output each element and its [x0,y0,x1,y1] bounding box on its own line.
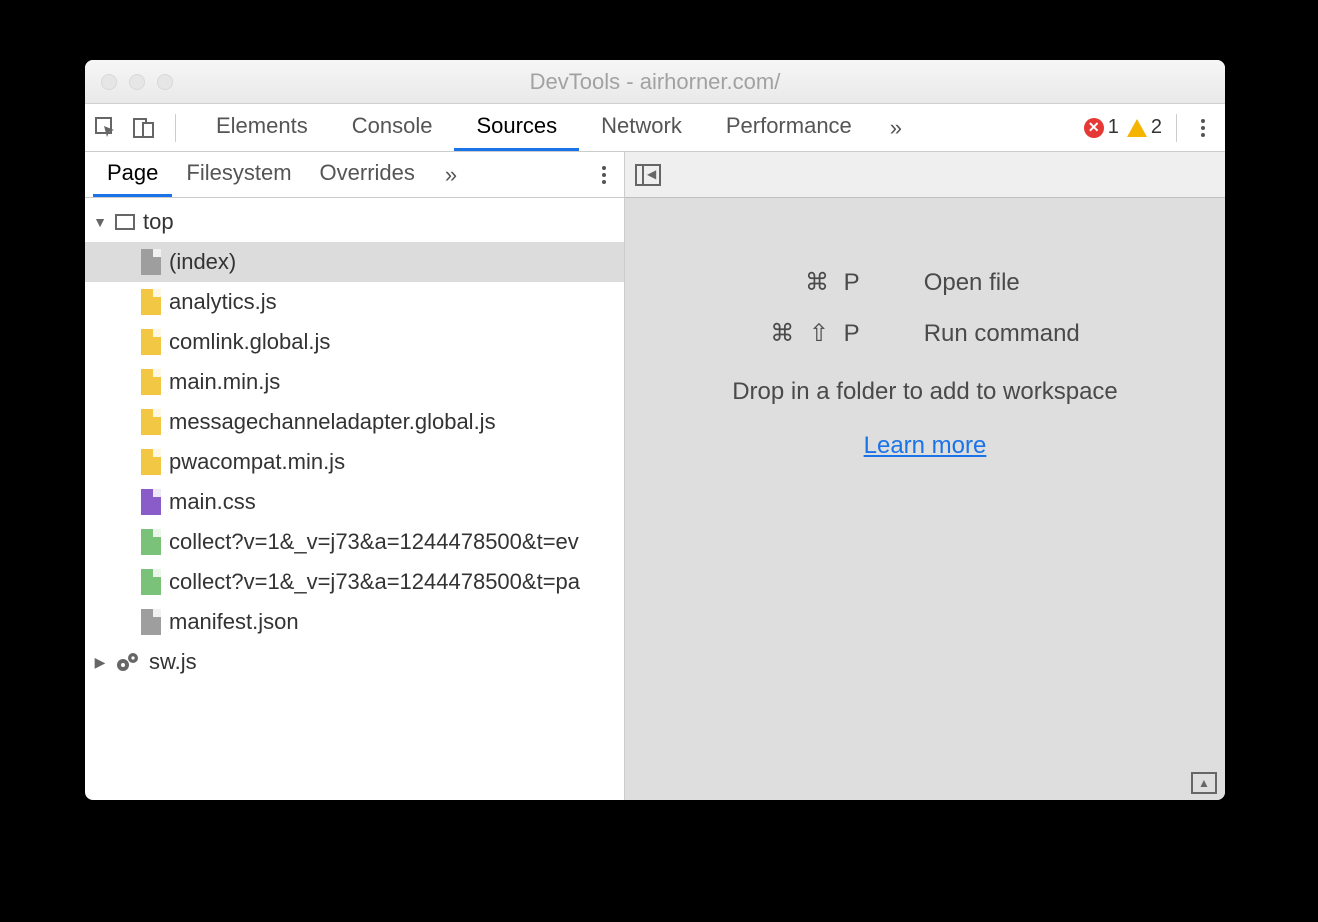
tree-label: collect?v=1&_v=j73&a=1244478500&t=ev [169,529,579,555]
tree-file[interactable]: analytics.js [85,282,624,322]
more-sub-tabs-icon[interactable]: » [429,162,473,188]
file-icon [141,289,161,315]
navigator-pane: Page Filesystem Overrides » ▼ top ( [85,152,625,800]
open-file-shortcut: ⌘ P [770,268,863,297]
tree-file[interactable]: (index) [85,242,624,282]
window-title: DevTools - airhorner.com/ [85,69,1225,95]
tree-label: comlink.global.js [169,329,330,355]
workspace-drop-hint: Drop in a folder to add to workspace [732,378,1118,406]
tree-file[interactable]: pwacompat.min.js [85,442,624,482]
devtools-window: DevTools - airhorner.com/ Elements Conso… [85,60,1225,800]
file-tree: ▼ top (index) analytics.js comlink.globa… [85,198,624,800]
toolbar-divider [1176,114,1177,142]
inspect-element-icon[interactable] [93,115,119,141]
tree-file[interactable]: manifest.json [85,602,624,642]
tree-label: top [143,209,174,235]
tree-file[interactable]: main.css [85,482,624,522]
toggle-navigator-icon[interactable] [635,164,661,186]
tree-file[interactable]: collect?v=1&_v=j73&a=1244478500&t=ev [85,522,624,562]
file-icon [141,609,161,635]
minimize-window-button[interactable] [129,74,145,90]
tree-label: pwacompat.min.js [169,449,345,475]
frame-icon [115,214,135,230]
warning-icon [1127,119,1147,137]
editor-pane: ⌘ P Open file ⌘ ⇧ P Run command Drop in … [625,152,1225,800]
tab-elements[interactable]: Elements [194,104,330,151]
navigator-menu-icon[interactable] [592,166,616,184]
tree-label: (index) [169,249,236,275]
tree-file[interactable]: main.min.js [85,362,624,402]
error-count-badge[interactable]: ✕ 1 [1084,116,1119,139]
sub-tab-filesystem[interactable]: Filesystem [172,152,305,197]
file-icon [141,529,161,555]
file-icon [141,329,161,355]
learn-more-link[interactable]: Learn more [864,432,987,460]
sub-tab-overrides[interactable]: Overrides [306,152,429,197]
file-icon [141,449,161,475]
close-window-button[interactable] [101,74,117,90]
tree-label: messagechanneladapter.global.js [169,409,496,435]
traffic-lights [85,74,173,90]
error-count: 1 [1108,116,1119,139]
zoom-window-button[interactable] [157,74,173,90]
tree-label: main.min.js [169,369,280,395]
tab-console[interactable]: Console [330,104,455,151]
file-icon [141,489,161,515]
tab-network[interactable]: Network [579,104,704,151]
device-toolbar-icon[interactable] [131,115,157,141]
file-icon [141,249,161,275]
tab-sources[interactable]: Sources [454,104,579,151]
editor-empty-state: ⌘ P Open file ⌘ ⇧ P Run command Drop in … [625,198,1225,800]
file-icon [141,369,161,395]
tree-label: main.css [169,489,256,515]
tree-label: collect?v=1&_v=j73&a=1244478500&t=pa [169,569,580,595]
tree-frame-top[interactable]: ▼ top [85,202,624,242]
toggle-drawer-icon[interactable] [1191,772,1217,794]
panel-tabs: Elements Console Sources Network Perform… [194,104,918,151]
main-toolbar: Elements Console Sources Network Perform… [85,104,1225,152]
content-area: Page Filesystem Overrides » ▼ top ( [85,152,1225,800]
editor-toolbar [625,152,1225,198]
titlebar: DevTools - airhorner.com/ [85,60,1225,104]
settings-menu-icon[interactable] [1191,119,1215,137]
tab-performance[interactable]: Performance [704,104,874,151]
toolbar-divider [175,114,176,142]
run-command-label: Run command [924,320,1080,348]
tree-file[interactable]: comlink.global.js [85,322,624,362]
run-command-shortcut: ⌘ ⇧ P [770,319,863,348]
file-icon [141,409,161,435]
tree-label: manifest.json [169,609,299,635]
navigator-tabs: Page Filesystem Overrides » [85,152,624,198]
caret-down-icon: ▼ [93,214,107,230]
sub-tab-page[interactable]: Page [93,152,172,197]
warning-count-badge[interactable]: 2 [1127,116,1162,139]
file-icon [141,569,161,595]
tree-file[interactable]: collect?v=1&_v=j73&a=1244478500&t=pa [85,562,624,602]
error-icon: ✕ [1084,118,1104,138]
caret-right-icon: ▶ [93,654,107,671]
warning-count: 2 [1151,116,1162,139]
more-tabs-icon[interactable]: » [874,104,918,151]
open-file-label: Open file [924,269,1080,297]
tree-label: sw.js [149,649,197,675]
tree-file[interactable]: messagechanneladapter.global.js [85,402,624,442]
gears-icon [115,651,141,673]
tree-service-worker[interactable]: ▶ sw.js [85,642,624,682]
tree-label: analytics.js [169,289,277,315]
